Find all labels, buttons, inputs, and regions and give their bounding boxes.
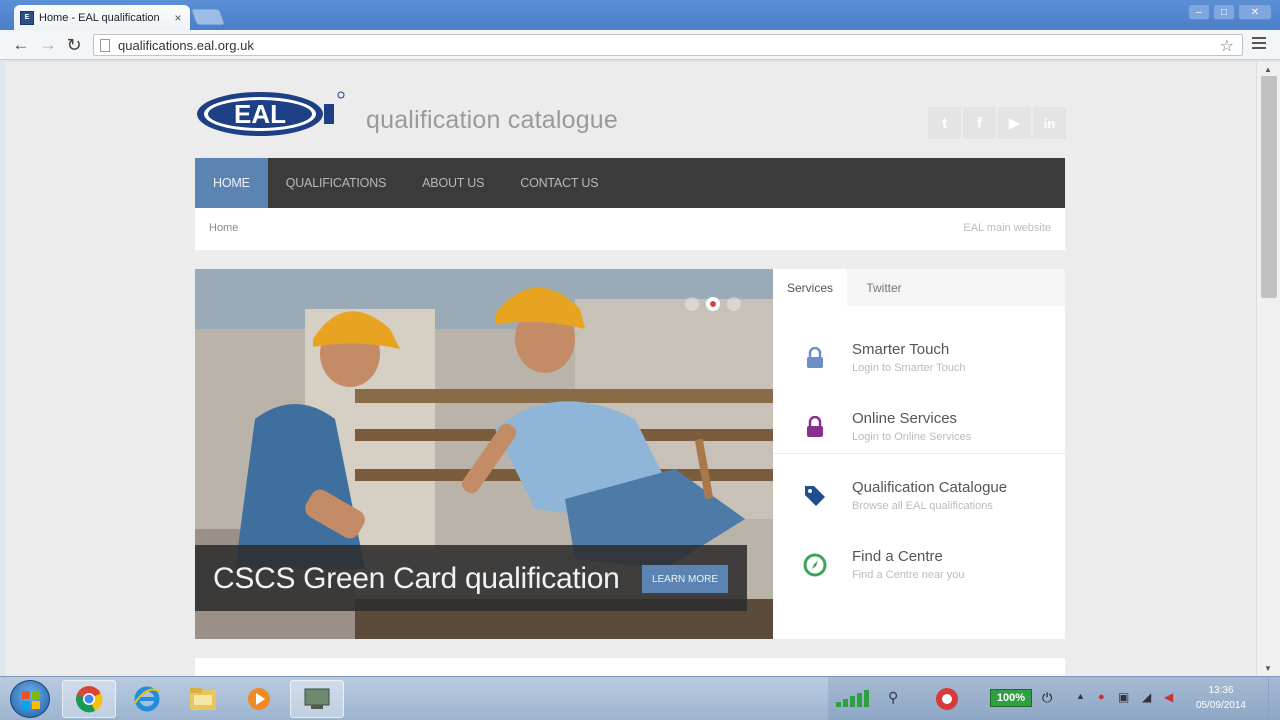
hero-caption-text: CSCS Green Card qualification [213,562,620,595]
browser-tab[interactable]: E Home - EAL qualification × [14,5,190,30]
page-scrollbar[interactable]: ▲ ▼ [1256,62,1280,676]
app-taskbar-icon[interactable] [290,680,344,718]
nav-home[interactable]: HOME [195,158,268,208]
address-bar[interactable]: qualifications.eal.org.uk ☆ [93,34,1243,56]
scroll-thumb[interactable] [1261,76,1277,298]
clock-time: 13:36 [1208,685,1234,696]
youtube-icon[interactable]: ▶ [998,107,1031,139]
back-arrow-icon[interactable]: ← [10,34,32,56]
service-subtitle: Login to Online Services [852,431,972,443]
reload-icon[interactable]: ↻ [63,34,85,56]
content-section [195,658,1065,676]
slider-dot[interactable] [685,297,699,311]
wifi-icon[interactable]: ◢ [1142,690,1151,704]
main-navigation: HOME QUALIFICATIONS ABOUT US CONTACT US [195,158,1065,208]
tag-icon [803,483,827,509]
tab-title: Home - EAL qualification [39,11,160,24]
lock-icon [803,414,827,440]
slider-dot[interactable] [727,297,741,311]
services-panel: Services Twitter Smarter Touch Login to … [773,269,1065,639]
service-smarter-touch[interactable]: Smarter Touch Login to Smarter Touch [773,331,1065,397]
new-tab-button[interactable] [191,9,225,25]
logo-text: EAL [234,99,286,129]
windows-taskbar: ⚲ 100% ⏻ ▲ ● ▣ ◢ ◀ 13:36 05/09/2014 [0,676,1280,720]
volume-icon[interactable]: ◀ [1164,690,1173,704]
service-title: Online Services [852,410,958,427]
page-viewport: EAL qualification catalogue t f ▶ in HOM… [6,62,1256,676]
security-shield-icon[interactable] [934,686,960,712]
service-qualification-catalogue[interactable]: Qualification Catalogue Browse all EAL q… [773,469,1065,535]
eal-logo[interactable]: EAL [196,90,346,138]
lock-icon [803,345,827,371]
tray-icon[interactable]: ▣ [1118,690,1129,704]
main-website-link[interactable]: EAL main website [963,222,1051,234]
service-subtitle: Login to Smarter Touch [852,362,966,374]
power-plug-icon[interactable]: ⏻ [1042,690,1052,706]
bookmark-star-icon[interactable]: ☆ [1220,36,1234,56]
tray-expand-icon[interactable]: ▲ [1076,691,1085,701]
learn-more-button[interactable]: LEARN MORE [642,565,728,593]
compass-icon [803,552,827,578]
windows-logo-icon [22,691,40,709]
slider-dot-active[interactable] [706,297,720,311]
signal-strength-icon[interactable] [836,689,874,707]
services-divider [773,453,1065,454]
linkedin-icon[interactable]: in [1033,107,1066,139]
file-explorer-icon[interactable] [176,680,230,718]
site-title: qualification catalogue [366,106,618,134]
eal-favicon-icon: E [20,10,34,25]
window-controls: – □ ✕ [1188,4,1272,20]
tab-services[interactable]: Services [773,269,847,306]
close-window-button[interactable]: ✕ [1238,4,1272,20]
forward-arrow-icon[interactable]: → [37,34,59,56]
service-subtitle: Find a Centre near you [852,569,965,581]
tray-icon[interactable]: ● [1098,691,1105,703]
minimize-button[interactable]: – [1188,4,1210,20]
url-text: qualifications.eal.org.uk [118,37,254,53]
twitter-icon[interactable]: t [928,107,961,139]
scroll-down-icon[interactable]: ▼ [1264,664,1272,673]
internet-explorer-icon[interactable] [120,680,174,718]
nav-about-us[interactable]: ABOUT US [404,158,502,208]
breadcrumb-current[interactable]: Home [209,222,238,234]
scroll-up-icon[interactable]: ▲ [1264,65,1272,74]
maximize-button[interactable]: □ [1213,4,1235,20]
slider-dots [685,297,741,311]
clock[interactable]: 13:36 05/09/2014 [1196,683,1246,713]
service-find-a-centre[interactable]: Find a Centre Find a Centre near you [773,538,1065,604]
browser-menu-icon[interactable] [1252,37,1266,52]
chrome-taskbar-icon[interactable] [62,680,116,718]
browser-toolbar: ← → ↻ qualifications.eal.org.uk ☆ [0,30,1280,60]
show-desktop-button[interactable] [1268,677,1280,720]
tab-close-icon[interactable]: × [172,11,184,25]
system-tray: ⚲ 100% ⏻ ▲ ● ▣ ◢ ◀ 13:36 05/09/2014 [828,677,1280,720]
browser-title-bar: E Home - EAL qualification × – □ ✕ [0,0,1280,30]
network-icon[interactable]: ⚲ [888,689,898,706]
service-online-services[interactable]: Online Services Login to Online Services [773,400,1065,466]
service-subtitle: Browse all EAL qualifications [852,500,993,512]
breadcrumb: Home EAL main website [195,208,1065,250]
battery-indicator[interactable]: 100% [990,689,1032,707]
nav-qualifications[interactable]: QUALIFICATIONS [268,158,404,208]
page-icon [100,38,110,52]
service-title: Find a Centre [852,548,943,565]
tab-twitter[interactable]: Twitter [847,269,921,306]
services-tabs: Services Twitter [773,269,1065,306]
media-player-icon[interactable] [232,680,286,718]
hero-slider[interactable]: CSCS Green Card qualification LEARN MORE [195,269,773,639]
social-links: t f ▶ in [928,107,1066,139]
hero-caption: CSCS Green Card qualification LEARN MORE [195,545,747,611]
service-title: Smarter Touch [852,341,950,358]
service-title: Qualification Catalogue [852,479,1008,496]
clock-date: 05/09/2014 [1195,700,1246,711]
facebook-icon[interactable]: f [963,107,996,139]
nav-contact-us[interactable]: CONTACT US [502,158,616,208]
start-button[interactable] [10,680,50,718]
